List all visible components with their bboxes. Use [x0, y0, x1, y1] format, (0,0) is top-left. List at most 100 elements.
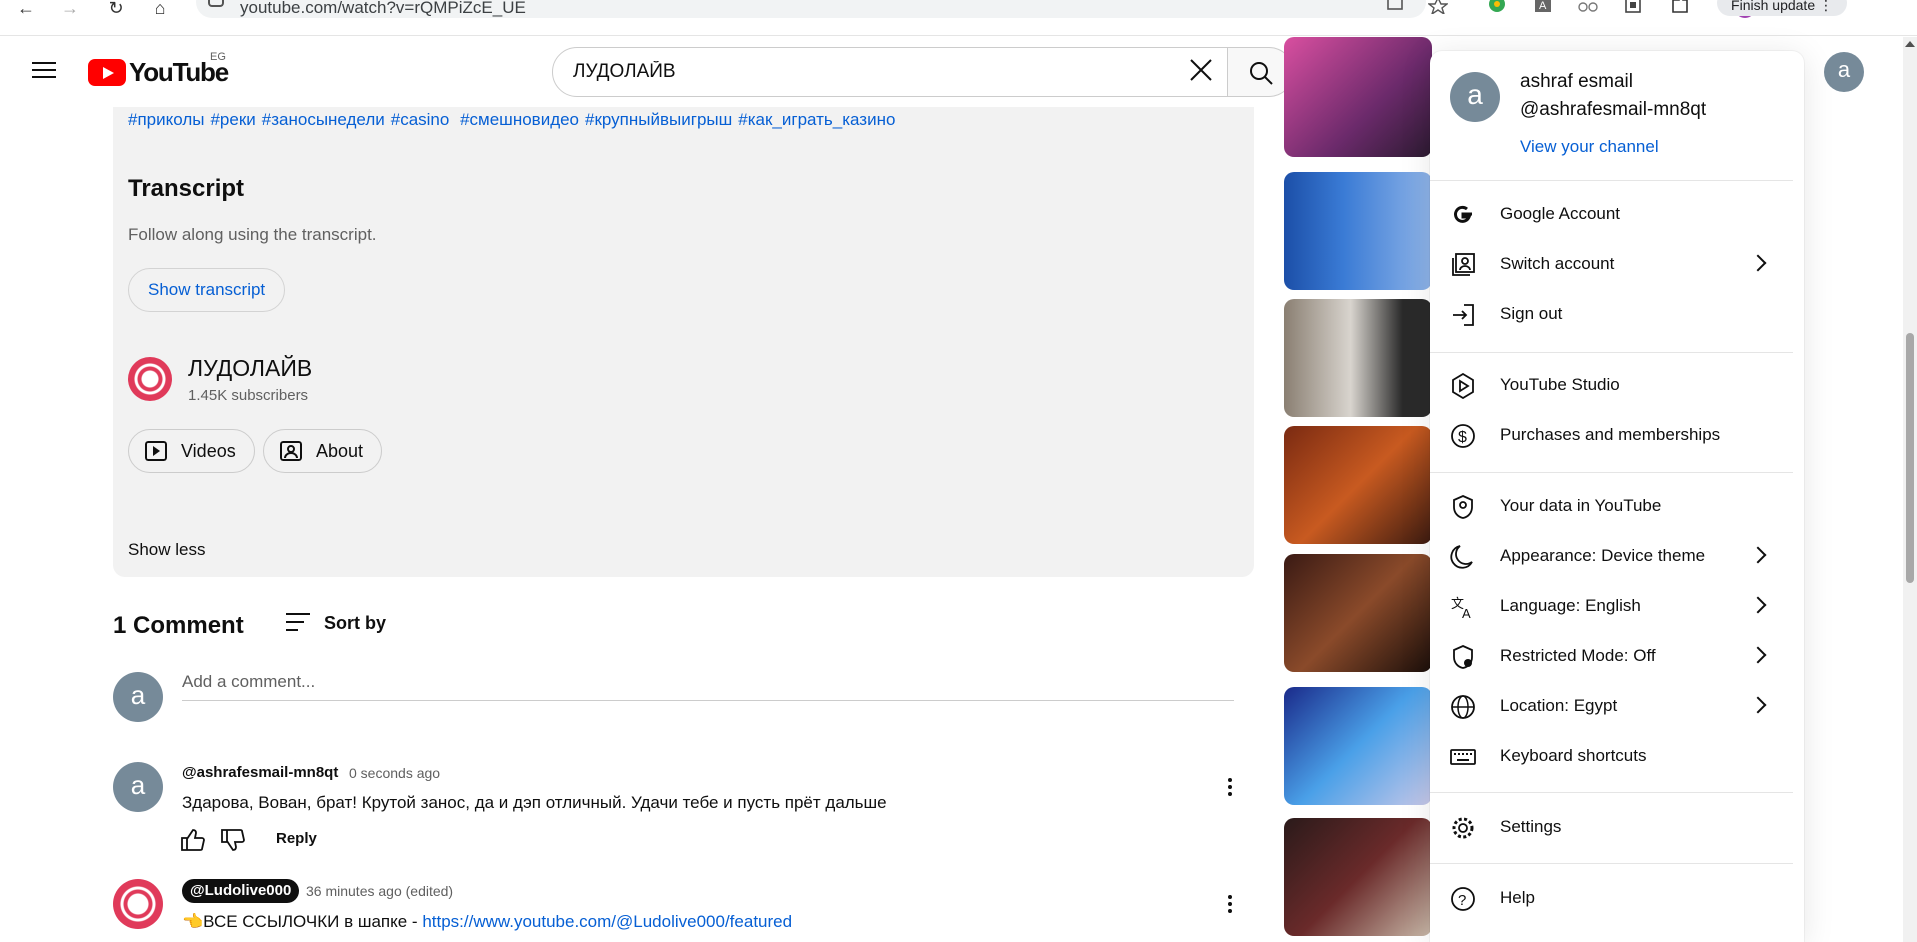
scroll-up-arrow-icon[interactable] [1905, 41, 1915, 47]
comment-link[interactable]: https://www.youtube.com/@Ludolive000/fea… [422, 912, 792, 931]
search-input[interactable] [573, 61, 1133, 83]
dislike-icon[interactable] [220, 828, 246, 852]
comment-author[interactable]: @ashrafesmail-mn8qt [182, 764, 338, 781]
menu-item-sign-out[interactable]: Sign out [1430, 295, 1793, 335]
reply-button[interactable]: Reply [276, 830, 317, 847]
google-icon [1454, 205, 1472, 223]
comments-count: 1 Comment [113, 612, 244, 639]
account-avatar-button[interactable]: a [1824, 52, 1864, 92]
menu-item-youtube-studio[interactable]: YouTube Studio [1430, 366, 1793, 406]
more-vert-icon: ⋮ [1819, 0, 1833, 13]
dollar-icon: $ [1451, 424, 1475, 448]
page-scrollbar[interactable] [1903, 37, 1917, 942]
menu-divider [1430, 792, 1793, 793]
extension-font-icon[interactable]: A [1534, 0, 1554, 14]
translate-icon: 文A [1451, 596, 1471, 620]
menu-divider [1430, 863, 1793, 864]
menu-item-help[interactable]: ? Help [1430, 879, 1793, 919]
comment-more-icon[interactable] [1227, 893, 1233, 917]
extensions-puzzle-icon[interactable] [1670, 0, 1690, 14]
account-menu: a ashraf esmail @ashrafesmail-mn8qt View… [1430, 51, 1804, 942]
menu-item-restricted-mode[interactable]: Restricted Mode: Off [1430, 637, 1793, 677]
youtube-logo[interactable]: YouTube [88, 57, 229, 87]
menu-item-your-data[interactable]: Your data in YouTube [1430, 487, 1793, 527]
browser-toolbar: ← → ↻ ⌂ youtube.com/watch?v=rQMPiZcE_UE … [0, 0, 1917, 36]
channel-avatar[interactable] [128, 357, 172, 401]
recommended-thumbnail[interactable] [1284, 687, 1432, 805]
extension-chrome-icon[interactable] [1487, 0, 1507, 14]
videos-label: Videos [181, 441, 236, 461]
show-less-button[interactable]: Show less [128, 540, 205, 560]
scrollbar-thumb[interactable] [1906, 333, 1914, 583]
recommended-thumbnail[interactable] [1284, 172, 1432, 290]
add-comment-input[interactable] [182, 672, 1234, 701]
person-box-icon [280, 441, 302, 461]
url-text: youtube.com/watch?v=rQMPiZcE_UE [240, 0, 526, 17]
comment-timestamp[interactable]: 36 minutes ago (edited) [306, 883, 453, 899]
finish-update-button[interactable]: Finish update ⋮ [1717, 0, 1847, 16]
hashtag-link[interactable]: #приколы [128, 110, 204, 129]
install-app-icon[interactable] [1386, 0, 1406, 14]
current-user-avatar: a [113, 672, 163, 722]
chevron-right-icon [1749, 254, 1767, 272]
sort-label: Sort by [324, 613, 387, 633]
bookmark-star-icon[interactable] [1428, 0, 1448, 14]
menu-divider [1430, 180, 1793, 181]
like-icon[interactable] [180, 828, 206, 852]
recommended-thumbnail[interactable] [1284, 299, 1432, 417]
extension-qr-icon[interactable] [1624, 0, 1644, 14]
view-channel-link[interactable]: View your channel [1520, 137, 1659, 157]
account-handle: @ashrafesmail-mn8qt [1520, 99, 1707, 120]
menu-item-label: Language: English [1500, 596, 1641, 615]
address-bar[interactable]: youtube.com/watch?v=rQMPiZcE_UE [196, 0, 1426, 18]
svg-text:A: A [1539, 0, 1547, 12]
show-transcript-button[interactable]: Show transcript [128, 268, 286, 312]
menu-item-purchases[interactable]: $ Purchases and memberships [1430, 416, 1793, 456]
about-button[interactable]: About [263, 429, 383, 473]
channel-owner-badge[interactable]: @Ludolive000 [182, 879, 300, 903]
menu-item-appearance[interactable]: Appearance: Device theme [1430, 537, 1793, 577]
account-name: ashraf esmail [1520, 71, 1633, 92]
keyboard-icon [1450, 749, 1476, 765]
hashtag-link[interactable]: #крупныйвыигрыш [585, 110, 732, 129]
comment-timestamp[interactable]: 0 seconds ago [349, 765, 440, 781]
menu-item-settings[interactable]: Settings [1430, 808, 1793, 848]
subscriber-count: 1.45K subscribers [188, 387, 309, 404]
menu-icon[interactable] [30, 57, 58, 85]
menu-item-label: Restricted Mode: Off [1500, 646, 1656, 665]
sort-by-button[interactable]: Sort by [286, 610, 386, 636]
hashtag-link[interactable]: #реки [210, 110, 255, 129]
menu-item-label: Switch account [1500, 254, 1615, 273]
channel-name[interactable]: ЛУДОЛАЙВ [188, 355, 312, 382]
about-label: About [316, 441, 364, 461]
svg-text:A: A [1462, 606, 1471, 620]
hashtag-link[interactable]: #заносынедели [262, 110, 385, 129]
menu-item-switch-account[interactable]: Switch account [1430, 245, 1793, 285]
comment-more-icon[interactable] [1227, 776, 1233, 800]
switch-account-icon [1452, 253, 1475, 276]
videos-button[interactable]: Videos [128, 429, 255, 473]
extension-bike-icon[interactable] [1578, 0, 1598, 14]
reload-icon[interactable]: ↻ [100, 0, 132, 18]
menu-item-label: Google Account [1500, 204, 1621, 223]
recommended-thumbnail[interactable] [1284, 554, 1432, 672]
menu-item-keyboard-shortcuts[interactable]: Keyboard shortcuts [1430, 737, 1793, 777]
menu-item-location[interactable]: Location: Egypt [1430, 687, 1793, 727]
recommended-thumbnail[interactable] [1284, 818, 1432, 936]
site-info-icon[interactable] [208, 0, 224, 7]
back-icon[interactable]: ← [10, 0, 42, 18]
hashtag-link[interactable]: #casino [391, 110, 450, 129]
recommended-thumbnail[interactable] [1284, 37, 1432, 157]
pinned-author-avatar[interactable] [113, 879, 163, 929]
menu-item-language[interactable]: 文A Language: English [1430, 587, 1793, 627]
recommended-thumbnail[interactable] [1284, 426, 1432, 544]
hashtag-link[interactable]: #как_играть_казино [738, 110, 895, 129]
home-icon[interactable]: ⌂ [144, 0, 176, 18]
comment-text: 👈ВСЕ ССЫЛОЧКИ в шапке - https://www.yout… [182, 912, 792, 932]
clear-search-icon[interactable] [1188, 57, 1214, 83]
hashtag-link[interactable]: #смешновидео [455, 110, 579, 129]
menu-item-google-account[interactable]: Google Account [1430, 195, 1793, 235]
comment-text-prefix: 👈ВСЕ ССЫЛОЧКИ в шапке - [182, 912, 423, 931]
comment-author-avatar[interactable]: a [113, 762, 163, 812]
forward-icon[interactable]: → [54, 0, 86, 18]
